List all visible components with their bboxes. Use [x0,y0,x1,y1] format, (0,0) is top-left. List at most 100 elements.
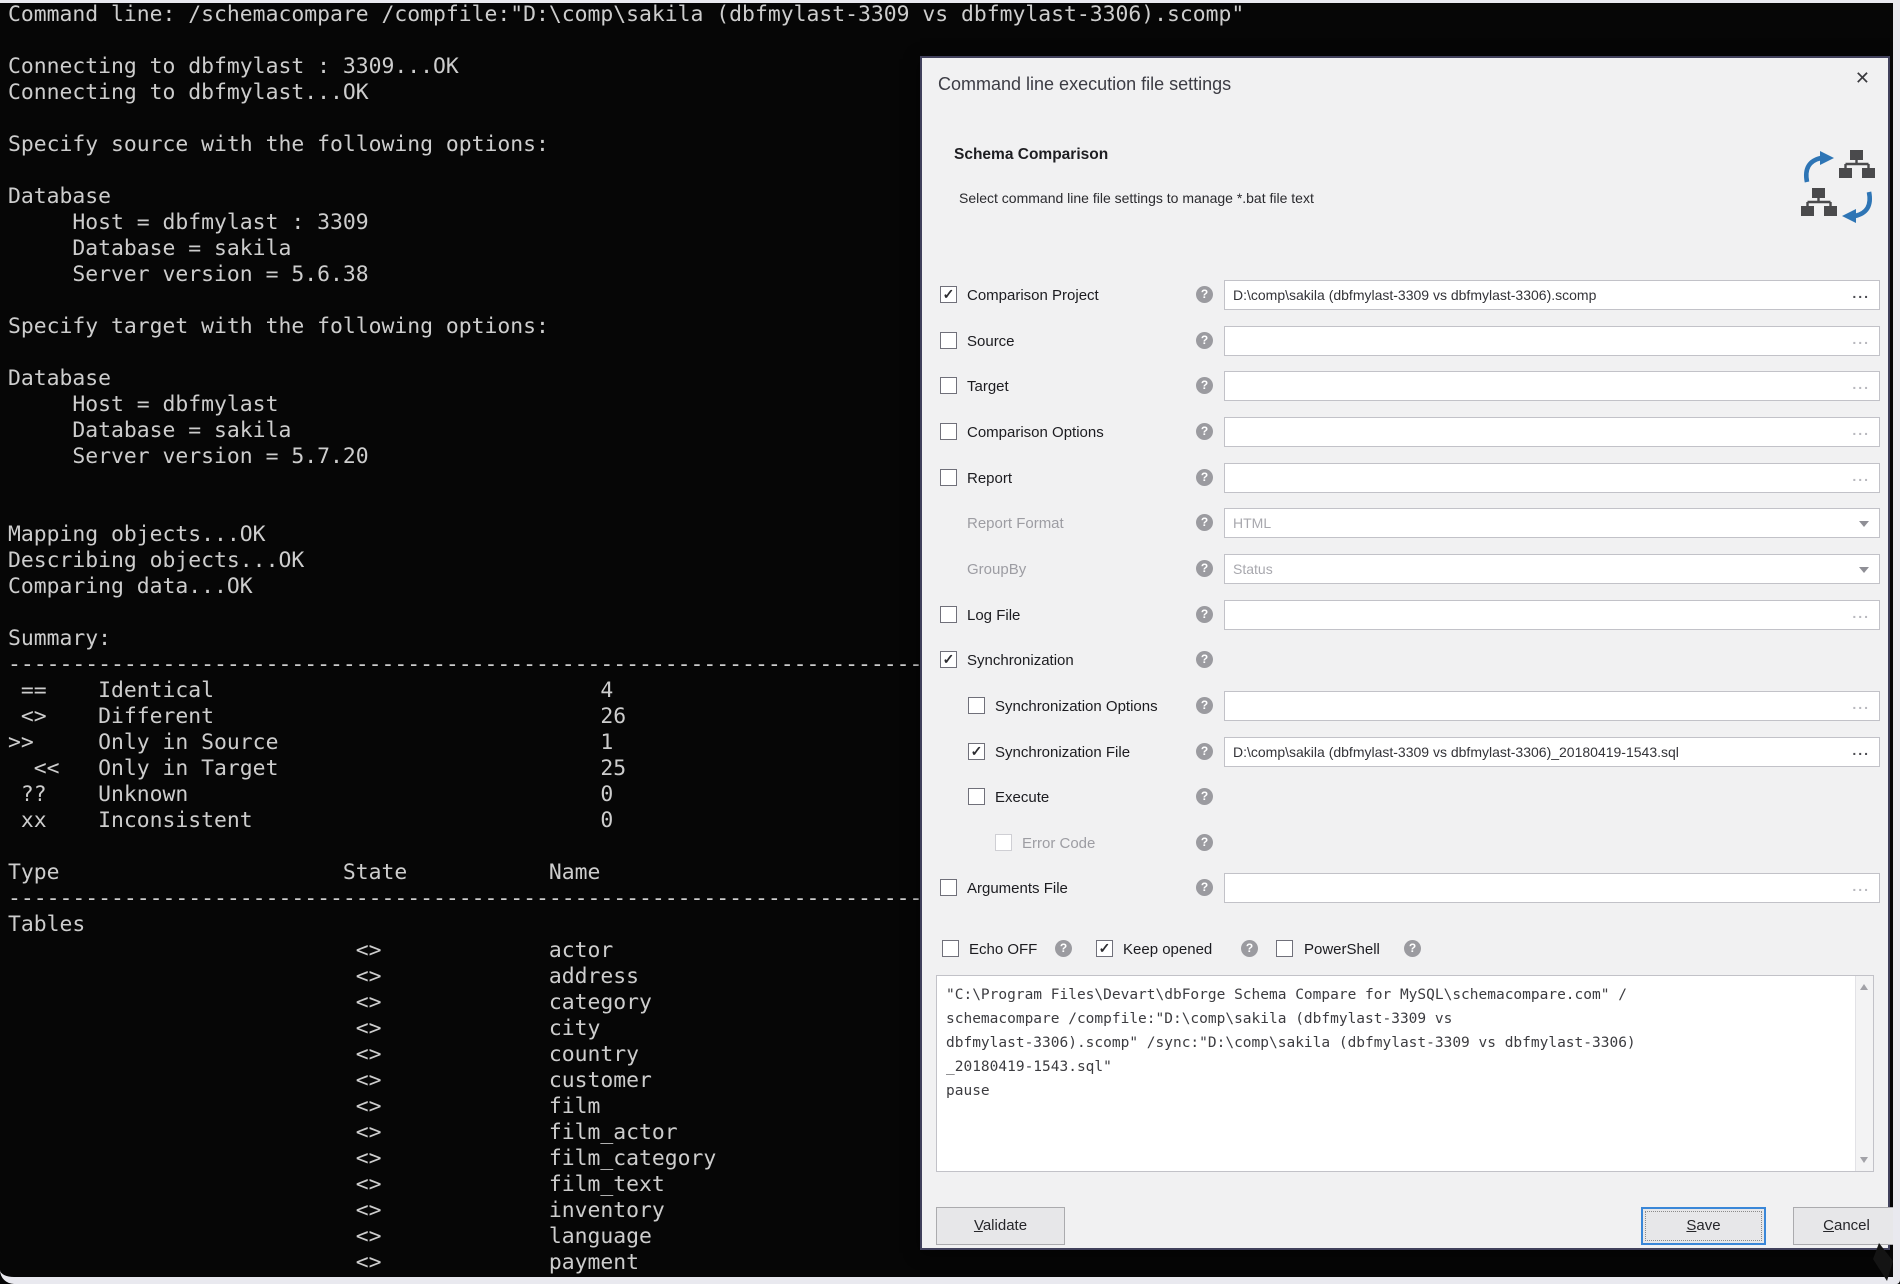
browse-button[interactable]: ... [1852,422,1870,438]
setting-row-report: Report?... [922,463,1888,493]
checkbox-synchronization[interactable]: ✓ [940,651,957,668]
setting-row-synchronization-file: ✓ Synchronization File? D:\comp\sakila (db… [922,737,1888,767]
help-icon[interactable]: ? [1196,606,1213,623]
setting-row-log-file: Log File?... [922,600,1888,630]
help-icon[interactable]: ? [1196,469,1213,486]
checkbox-echo-off[interactable] [942,940,959,957]
bat-options-row: Echo OFF?✓Keep opened?PowerShell? [922,934,1888,964]
browse-button[interactable]: ... [1852,696,1870,712]
checkbox-keep-opened[interactable]: ✓ [1096,940,1113,957]
checkbox-source[interactable] [940,332,957,349]
help-icon[interactable]: ? [1196,834,1213,851]
browse-button[interactable]: ... [1852,605,1870,621]
validate-button[interactable]: Validate [936,1207,1065,1245]
scrollbar[interactable] [1855,976,1873,1171]
help-icon[interactable]: ? [1196,879,1213,896]
label-target: Target [967,378,1009,395]
checkbox-target[interactable] [940,377,957,394]
setting-row-report-format: Report Format? HTML [922,508,1888,538]
scroll-down-icon[interactable] [1860,1157,1868,1163]
checkbox-error-code[interactable] [995,834,1012,851]
dropdown-arrow-icon[interactable] [1859,521,1869,527]
synchronization-options-input[interactable]: ... [1224,691,1880,721]
input-value: D:\comp\sakila (dbfmylast-3309 vs dbfmyl… [1233,744,1679,760]
checkbox-synchronization-options[interactable] [968,697,985,714]
schema-compare-icon [1800,148,1876,226]
setting-row-comparison-project: ✓ Comparison Project? D:\comp\sakila (dbfm… [922,280,1888,310]
help-icon[interactable]: ? [1196,332,1213,349]
setting-row-target: Target?... [922,371,1888,401]
label-synchronization-file: Synchronization File [995,744,1130,761]
mouse-cursor [1869,1243,1895,1283]
cancel-button[interactable]: Cancel [1793,1207,1900,1245]
label-report: Report [967,470,1012,487]
setting-row-comparison-options: Comparison Options?... [922,417,1888,447]
label-report-format: Report Format [967,515,1064,532]
groupby-dropdown[interactable]: Status [1224,554,1880,584]
checkbox-report[interactable] [940,469,957,486]
bat-file-text: "C:\Program Files\Devart\dbForge Schema … [946,983,1636,1103]
checkbox-synchronization-file[interactable]: ✓ [968,743,985,760]
log-file-input[interactable]: ... [1224,600,1880,630]
browse-button[interactable]: ... [1852,878,1870,894]
source-input[interactable]: ... [1224,326,1880,356]
label-execute: Execute [995,789,1049,806]
setting-row-groupby: GroupBy? Status [922,554,1888,584]
label-keep-opened: Keep opened [1123,941,1212,958]
label-arguments-file: Arguments File [967,880,1068,897]
label-error-code: Error Code [1022,835,1095,852]
help-icon[interactable]: ? [1196,514,1213,531]
bat-file-textarea[interactable]: "C:\Program Files\Devart\dbForge Schema … [936,975,1874,1172]
help-icon[interactable]: ? [1055,940,1072,957]
browse-button[interactable]: ... [1852,331,1870,347]
target-input[interactable]: ... [1224,371,1880,401]
browse-button[interactable]: ... [1852,742,1870,758]
comparison-project-input[interactable]: D:\comp\sakila (dbfmylast-3309 vs dbfmyl… [1224,280,1880,310]
help-icon[interactable]: ? [1196,377,1213,394]
command-line-settings-dialog: Command line execution file settings ✕ S… [920,56,1890,1250]
setting-row-arguments-file: Arguments File?... [922,873,1888,903]
close-icon[interactable]: ✕ [1855,68,1870,89]
comparison-options-input[interactable]: ... [1224,417,1880,447]
scroll-up-icon[interactable] [1860,984,1868,990]
section-description: Select command line file settings to man… [959,190,1314,206]
dropdown-arrow-icon[interactable] [1859,567,1869,573]
setting-row-execute: Execute? [922,782,1888,812]
browse-button[interactable]: ... [1852,468,1870,484]
dropdown-value: HTML [1233,515,1271,531]
label-powershell: PowerShell [1304,941,1380,958]
help-icon[interactable]: ? [1241,940,1258,957]
help-icon[interactable]: ? [1196,286,1213,303]
help-icon[interactable]: ? [1196,651,1213,668]
dialog-title: Command line execution file settings [938,74,1231,95]
synchronization-file-input[interactable]: D:\comp\sakila (dbfmylast-3309 vs dbfmyl… [1224,737,1880,767]
save-button[interactable]: Save [1641,1207,1766,1245]
checkbox-log-file[interactable] [940,606,957,623]
checkbox-arguments-file[interactable] [940,879,957,896]
report-format-dropdown[interactable]: HTML [1224,508,1880,538]
checkbox-powershell[interactable] [1276,940,1293,957]
setting-row-error-code: Error Code? [922,828,1888,858]
label-groupby: GroupBy [967,561,1026,578]
section-title: Schema Comparison [954,146,1108,164]
help-icon[interactable]: ? [1404,940,1421,957]
input-value: D:\comp\sakila (dbfmylast-3309 vs dbfmyl… [1233,287,1596,303]
checkbox-comparison-project[interactable]: ✓ [940,286,957,303]
help-icon[interactable]: ? [1196,423,1213,440]
label-log-file: Log File [967,607,1020,624]
label-comparison-project: Comparison Project [967,287,1099,304]
help-icon[interactable]: ? [1196,788,1213,805]
help-icon[interactable]: ? [1196,560,1213,577]
setting-row-source: Source?... [922,326,1888,356]
browse-button[interactable]: ... [1852,376,1870,392]
setting-row-synchronization-options: Synchronization Options?... [922,691,1888,721]
browse-button[interactable]: ... [1852,285,1870,301]
label-synchronization: Synchronization [967,652,1074,669]
checkbox-comparison-options[interactable] [940,423,957,440]
label-comparison-options: Comparison Options [967,424,1104,441]
help-icon[interactable]: ? [1196,697,1213,714]
arguments-file-input[interactable]: ... [1224,873,1880,903]
report-input[interactable]: ... [1224,463,1880,493]
help-icon[interactable]: ? [1196,743,1213,760]
checkbox-execute[interactable] [968,788,985,805]
